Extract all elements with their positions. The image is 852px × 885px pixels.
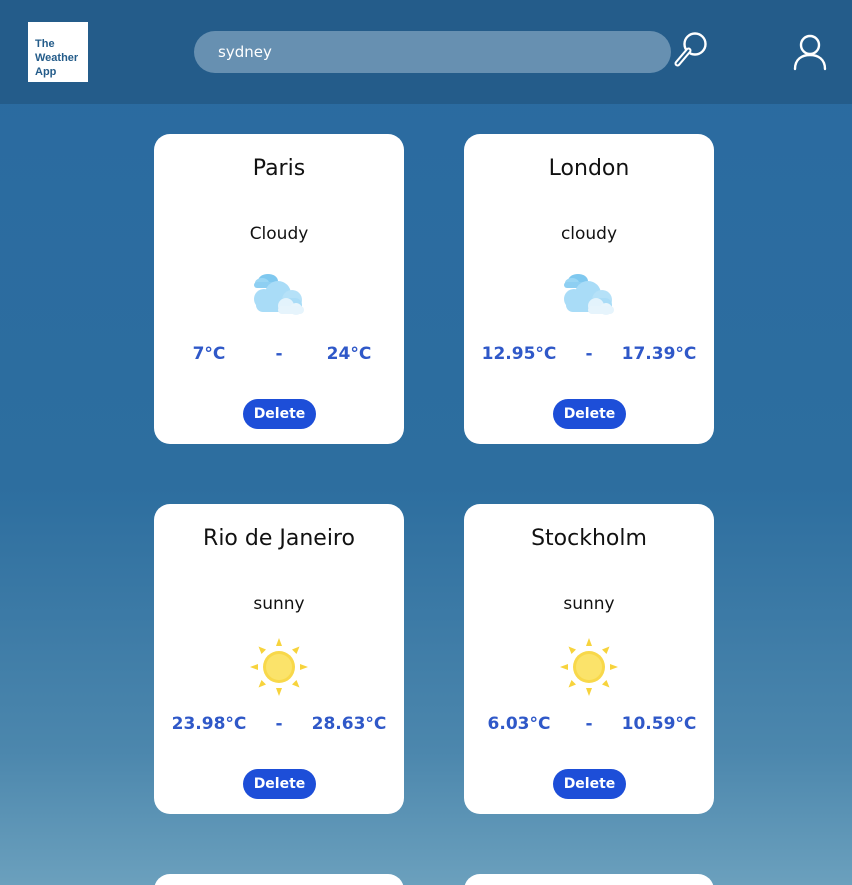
cloudy-icon xyxy=(254,274,304,315)
logo-text-line-3: App xyxy=(35,66,57,78)
temp-separator: - xyxy=(275,714,283,734)
temperature-range: 12.95°C - 17.39°C xyxy=(464,344,714,368)
logo-text-line-1: The xyxy=(35,38,55,50)
sun-icon xyxy=(560,638,618,696)
weather-card: Stockholm sunny 6.03°C - 10.59°C Delete xyxy=(464,504,714,814)
temp-max: 24°C xyxy=(326,344,372,364)
city-name: Rio de Janeiro xyxy=(203,526,355,551)
delete-button[interactable]: Delete xyxy=(243,769,316,799)
temp-min: 12.95°C xyxy=(481,344,557,364)
logo-text-line-2: Weather xyxy=(35,52,79,64)
temperature-range: 7°C - 24°C xyxy=(154,344,404,368)
temp-separator: - xyxy=(275,344,283,364)
temp-max: 17.39°C xyxy=(621,344,697,364)
delete-button[interactable]: Delete xyxy=(243,399,316,429)
weather-card: Paris Cloudy 7°C - 24°C Delete xyxy=(154,134,404,444)
sun-icon xyxy=(250,638,308,696)
temp-max: 10.59°C xyxy=(621,714,697,734)
delete-button[interactable]: Delete xyxy=(553,399,626,429)
temperature-range: 23.98°C - 28.63°C xyxy=(154,714,404,738)
city-name: London xyxy=(548,156,630,181)
weather-card-partial xyxy=(464,874,714,885)
city-name: Stockholm xyxy=(531,526,647,551)
weather-card: London cloudy 12.95°C - 17.39°C Delete xyxy=(464,134,714,444)
temp-min: 23.98°C xyxy=(171,714,247,734)
temp-max: 28.63°C xyxy=(311,714,387,734)
weather-condition: sunny xyxy=(563,594,615,614)
weather-card: Rio de Janeiro sunny 23.98°C - 28.63°C D… xyxy=(154,504,404,814)
user-profile-button[interactable] xyxy=(790,33,830,71)
temp-min: 6.03°C xyxy=(487,714,551,734)
temperature-range: 6.03°C - 10.59°C xyxy=(464,714,714,738)
weather-condition: Cloudy xyxy=(249,224,309,244)
delete-button[interactable]: Delete xyxy=(553,769,626,799)
app-logo[interactable]: The Weather App xyxy=(28,22,88,82)
temp-separator: - xyxy=(585,344,593,364)
search-button[interactable] xyxy=(672,30,712,70)
search-icon xyxy=(674,32,707,67)
cloudy-icon xyxy=(564,274,614,315)
temp-min: 7°C xyxy=(192,344,226,364)
user-icon xyxy=(793,34,827,71)
city-name: Paris xyxy=(252,156,306,181)
weather-card-partial xyxy=(154,874,404,885)
temp-separator: - xyxy=(585,714,593,734)
weather-condition: sunny xyxy=(253,594,305,614)
weather-condition: cloudy xyxy=(560,224,618,244)
app-header: The Weather App xyxy=(0,0,852,104)
search-input[interactable] xyxy=(194,31,671,73)
